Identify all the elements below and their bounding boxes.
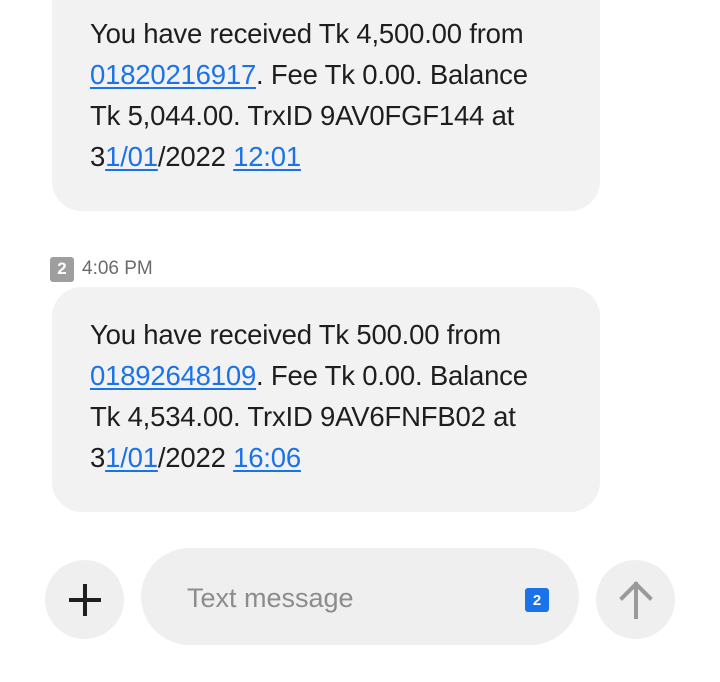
phone-number-link[interactable]: 01892648109 — [90, 360, 256, 391]
message-text: You have received Tk 500.00 from — [90, 319, 501, 350]
sim-badge: 2 — [50, 256, 74, 282]
add-attachment-button[interactable] — [45, 560, 124, 639]
time-link[interactable]: 16:06 — [233, 442, 301, 473]
message-bubble[interactable]: You have received Tk 4,500.00 from 01820… — [52, 0, 600, 211]
message-text: You have received Tk 4,500.00 from — [90, 18, 524, 49]
arrow-up-icon — [618, 580, 653, 619]
sim-select-icon[interactable]: 2 — [525, 588, 549, 612]
text-message-input[interactable] — [185, 578, 489, 618]
message-text: /2022 — [157, 141, 234, 172]
date-link[interactable]: 1/01 — [105, 141, 158, 172]
phone-number-link[interactable]: 01820216917 — [90, 59, 256, 90]
timestamp-text: 4:06 PM — [82, 258, 153, 279]
plus-icon — [68, 583, 101, 616]
message-text: /2022 — [157, 442, 234, 473]
message-bubble[interactable]: You have received Tk 500.00 from 0189264… — [52, 287, 600, 512]
send-button[interactable] — [596, 560, 675, 639]
date-link[interactable]: 1/01 — [105, 442, 158, 473]
time-link[interactable]: 12:01 — [233, 141, 301, 172]
message-timestamp: 2 4:06 PM — [50, 256, 153, 282]
compose-box[interactable]: 2 — [141, 548, 579, 645]
